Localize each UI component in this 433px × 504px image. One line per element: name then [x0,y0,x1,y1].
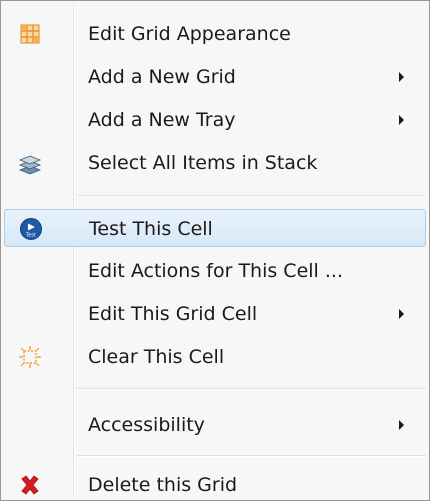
menu-item-label: Edit Grid Appearance [88,23,291,45]
menu-item-accessibility[interactable]: Accessibility [4,406,426,444]
submenu-arrow-icon [399,309,404,319]
menu-item-label: Edit This Grid Cell [88,303,258,325]
test-play-icon: Test [19,217,43,241]
menu-item-delete-grid[interactable]: Delete this Grid [4,466,426,504]
menu-item-label: Delete this Grid [88,474,238,496]
submenu-arrow-icon [399,115,404,125]
menu-item-label: Add a New Tray [88,109,236,131]
menu-separator [77,195,426,197]
stack-layers-icon [18,151,42,175]
menu-separator [77,455,426,457]
menu-item-select-all-in-stack[interactable]: Select All Items in Stack [4,144,426,182]
menu-item-label: Add a New Grid [88,66,236,88]
menu-item-add-new-tray[interactable]: Add a New Tray [4,101,426,139]
menu-item-edit-grid-appearance[interactable]: Edit Grid Appearance [4,15,426,53]
menu-item-add-new-grid[interactable]: Add a New Grid [4,58,426,96]
submenu-arrow-icon [399,420,404,430]
menu-item-edit-actions[interactable]: Edit Actions for This Cell ... [4,252,426,290]
menu-item-label: Edit Actions for This Cell ... [88,260,343,282]
grid-appearance-icon [18,22,42,46]
menu-item-label: Accessibility [88,414,205,436]
menu-item-label: Select All Items in Stack [88,152,318,174]
submenu-arrow-icon [399,72,404,82]
menu-item-clear-this-cell[interactable]: Clear This Cell [4,338,426,376]
menu-item-label: Clear This Cell [88,346,225,368]
menu-item-test-this-cell[interactable]: Test Test This Cell [4,209,426,247]
menu-item-edit-grid-cell[interactable]: Edit This Grid Cell [4,295,426,333]
context-menu: Edit Grid Appearance Add a New Grid Add … [0,0,430,501]
menu-separator [77,388,426,390]
clear-cell-icon [18,345,42,369]
delete-x-icon [18,473,42,497]
menu-item-label: Test This Cell [89,218,213,240]
svg-text:Test: Test [25,233,36,239]
